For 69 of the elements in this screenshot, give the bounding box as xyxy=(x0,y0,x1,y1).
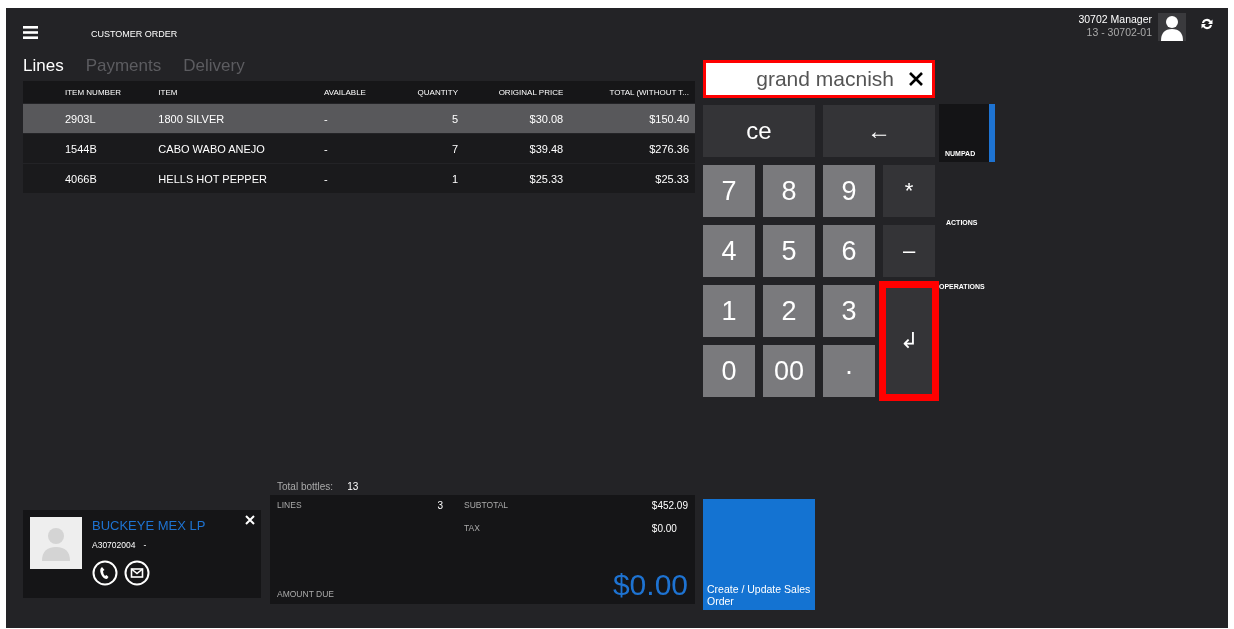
keypad-key[interactable]: 8 xyxy=(763,165,815,217)
table-cell: $25.33 xyxy=(464,163,570,193)
amount-due-label: AMOUNT DUE xyxy=(277,589,334,599)
keypad-key[interactable]: 3 xyxy=(823,285,875,337)
table-cell: 1 xyxy=(392,163,465,193)
table-cell: HELLS HOT PEPPER xyxy=(152,163,318,193)
tax-label: TAX xyxy=(464,523,481,534)
table-cell: $30.08 xyxy=(464,103,570,134)
lines-count: 3 xyxy=(437,500,443,511)
column-header: ORIGINAL PRICE xyxy=(464,81,570,104)
table-cell: $39.48 xyxy=(464,133,570,164)
clear-icon[interactable] xyxy=(908,71,924,87)
table-cell: 5 xyxy=(392,103,465,134)
close-icon[interactable] xyxy=(245,515,255,525)
keypad-key[interactable]: 6 xyxy=(823,225,875,277)
keypad-key[interactable]: 00 xyxy=(763,345,815,397)
terminal-id: 13 - 30702-01 xyxy=(1085,26,1152,39)
keypad-key[interactable]: · xyxy=(823,345,875,397)
table-cell: $150.40 xyxy=(569,103,695,134)
subtotal-value: $452.09 xyxy=(651,500,688,511)
table-cell: 4066B xyxy=(59,163,153,193)
amount-due-value: $0.00 xyxy=(612,568,688,602)
keypad-key[interactable]: 4 xyxy=(703,225,755,277)
column-header: TOTAL (WITHOUT T... xyxy=(569,81,695,104)
column-header: QUANTITY xyxy=(392,81,465,104)
user-avatar-icon[interactable] xyxy=(1158,13,1186,41)
create-sales-order-button[interactable]: Create / Update Sales Order xyxy=(703,499,815,610)
table-cell: 1544B xyxy=(59,133,153,164)
tab[interactable]: Lines xyxy=(23,56,64,76)
menu-icon[interactable] xyxy=(23,25,38,39)
table-cell: - xyxy=(317,103,393,134)
table-cell: CABO WABO ANEJO xyxy=(152,133,318,164)
keypad-key[interactable]: * xyxy=(883,165,935,217)
table-cell: - xyxy=(317,163,393,193)
email-icon[interactable] xyxy=(124,560,150,586)
keypad-key[interactable]: 1 xyxy=(703,285,755,337)
refresh-icon[interactable] xyxy=(1200,17,1214,31)
keypad-key[interactable]: ← xyxy=(823,105,935,157)
account-number: A30702004 xyxy=(92,540,136,550)
keypad-key[interactable]: 2 xyxy=(763,285,815,337)
column-header: ITEM xyxy=(152,81,318,104)
search-field[interactable]: grand macnish xyxy=(716,66,896,92)
tab[interactable]: Delivery xyxy=(183,56,245,76)
table-cell: $25.33 xyxy=(569,163,695,193)
table-cell: - xyxy=(317,133,393,164)
keypad-key[interactable]: 0 xyxy=(703,345,755,397)
subtotal-label: SUBTOTAL xyxy=(464,500,510,511)
column-header: ITEM NUMBER xyxy=(59,81,153,104)
keypad-key[interactable]: 7 xyxy=(703,165,755,217)
page-title: CUSTOMER ORDER xyxy=(91,28,178,39)
keypad-key[interactable]: – xyxy=(883,225,935,277)
table-cell: $276.36 xyxy=(569,133,695,164)
keypad-key[interactable]: 9 xyxy=(823,165,875,217)
tab[interactable]: Payments xyxy=(85,56,162,76)
table-cell: 2903L xyxy=(59,103,153,134)
account-extra: - xyxy=(143,540,147,550)
table-cell: 1800 SILVER xyxy=(152,103,318,134)
table-cell: 7 xyxy=(392,133,465,164)
tax-value: $0.00 xyxy=(651,523,678,534)
phone-icon[interactable] xyxy=(92,560,118,586)
keypad-key[interactable]: 5 xyxy=(763,225,815,277)
keypad-key[interactable]: ce xyxy=(703,105,815,157)
search-box[interactable]: grand macnish xyxy=(703,60,935,98)
bottles-label: Total bottles: xyxy=(277,481,334,494)
customer-name[interactable]: BUCKEYE MEX LP xyxy=(92,518,206,533)
lines-label: LINES xyxy=(277,500,302,510)
user-name: 30702 Manager xyxy=(1078,13,1152,26)
bottles-count: 13 xyxy=(347,481,359,494)
column-header: AVAILABLE xyxy=(317,81,393,104)
